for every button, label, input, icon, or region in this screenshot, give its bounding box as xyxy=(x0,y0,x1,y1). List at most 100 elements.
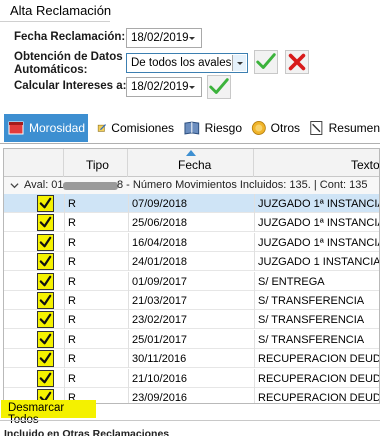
resumen-icon xyxy=(310,121,323,135)
confirm-button[interactable] xyxy=(254,50,278,74)
column-divider xyxy=(128,194,129,213)
row-checkbox[interactable] xyxy=(37,214,54,232)
redacted-text xyxy=(63,182,118,190)
riesgo-icon xyxy=(184,121,200,135)
column-divider xyxy=(254,388,255,403)
row-checkbox[interactable] xyxy=(37,253,54,271)
cell-texto: S/ TRANSFERENCIA xyxy=(258,333,365,346)
group-label-suffix: 8 - Número Movimientos Incluidos: 135. |… xyxy=(117,179,368,191)
obtencion-datos-label-line2: Automáticos: xyxy=(14,64,88,76)
cell-fecha: 23/02/2017 xyxy=(132,314,188,327)
cell-fecha: 30/11/2016 xyxy=(132,353,187,366)
cell-fecha: 01/09/2017 xyxy=(132,275,188,288)
cell-texto: JUZGADO 1ª INSTANCIA 7 (V xyxy=(258,236,380,249)
table-row[interactable]: R 21/03/2017 S/ TRANSFERENCIA xyxy=(4,291,379,310)
row-select-cell xyxy=(4,310,64,329)
tab-label: Morosidad xyxy=(29,121,86,135)
row-select-cell xyxy=(4,272,64,291)
checkmark-icon xyxy=(209,78,229,94)
fecha-reclamacion-picker[interactable]: 18/02/2019 xyxy=(126,28,202,48)
row-checkbox[interactable] xyxy=(37,330,54,348)
column-divider xyxy=(254,194,255,213)
tab-label: Resumen xyxy=(328,121,380,135)
tab-morosidad[interactable]: Morosidad xyxy=(4,114,88,142)
section-divider xyxy=(0,420,380,421)
row-checkbox[interactable] xyxy=(37,369,54,387)
column-divider xyxy=(254,271,255,291)
table-row[interactable]: R 25/01/2017 S/ TRANSFERENCIA xyxy=(4,329,379,349)
tab-resumen[interactable]: Resumen xyxy=(305,114,380,142)
tab-riesgo[interactable]: Riesgo xyxy=(180,114,242,142)
column-header-label: Tipo xyxy=(86,158,109,172)
row-checkbox[interactable] xyxy=(37,292,54,309)
column-divider xyxy=(254,349,255,369)
column-divider xyxy=(64,213,65,233)
cell-tipo: R xyxy=(68,275,76,288)
column-divider xyxy=(128,388,129,403)
column-divider xyxy=(64,329,65,349)
cell-fecha: 21/03/2017 xyxy=(132,295,188,307)
cancel-button[interactable] xyxy=(285,50,309,74)
row-select-cell xyxy=(4,233,64,252)
chevron-down-icon[interactable] xyxy=(185,80,199,94)
table-row[interactable]: R 21/10/2016 RECUPERACION DEUDA xyxy=(4,368,379,388)
column-header-fecha[interactable]: Fecha xyxy=(128,149,254,177)
comisiones-icon xyxy=(97,124,106,132)
cell-fecha: 07/09/2018 xyxy=(132,198,188,210)
column-header-select[interactable] xyxy=(4,149,64,177)
desmarcar-todos-label: Desmarcar Todos xyxy=(8,402,65,426)
row-select-cell xyxy=(4,291,64,310)
window-title: Alta Reclamación xyxy=(10,3,112,18)
column-divider xyxy=(254,310,255,330)
cell-tipo: R xyxy=(68,372,76,385)
column-divider xyxy=(128,368,129,388)
tab-otros[interactable]: Otros xyxy=(248,114,300,142)
chevron-down-icon[interactable] xyxy=(185,31,199,45)
column-divider xyxy=(64,349,65,369)
cell-fecha: 16/04/2018 xyxy=(132,236,188,249)
group-row[interactable]: Aval: 01 8 - Número Movimientos Incluido… xyxy=(4,177,379,194)
group-label-prefix: Aval: 01 xyxy=(24,179,64,191)
table-row[interactable]: R 23/02/2017 S/ TRANSFERENCIA xyxy=(4,310,379,330)
tab-bar: Morosidad Comisiones Riesgo Otros Resume… xyxy=(0,112,380,144)
column-header-tipo[interactable]: Tipo xyxy=(64,149,128,177)
collapse-icon[interactable] xyxy=(10,181,19,190)
cell-texto: JUZGADO 1ª INSTANCIA 7 (V xyxy=(258,217,380,230)
obtencion-datos-label: Obtención de Datos Automáticos: xyxy=(14,51,123,77)
calcular-intereses-picker[interactable]: 18/02/2019 xyxy=(126,77,202,97)
row-checkbox[interactable] xyxy=(37,350,54,368)
cell-tipo: R xyxy=(68,236,76,249)
cell-tipo: R xyxy=(68,217,76,230)
row-select-cell xyxy=(4,213,64,232)
table-row[interactable]: R 16/04/2018 JUZGADO 1ª INSTANCIA 7 (V xyxy=(4,232,380,252)
row-checkbox[interactable] xyxy=(37,195,54,212)
movimientos-grid: Tipo Fecha Texto Aval: 01 8 - Número Mov… xyxy=(3,148,380,404)
title-divider xyxy=(0,21,110,22)
close-icon xyxy=(288,53,306,71)
row-checkbox[interactable] xyxy=(37,233,54,251)
checkmark-icon xyxy=(39,275,52,286)
obtencion-datos-label-line1: Obtención de Datos xyxy=(14,51,123,63)
desmarcar-todos-button[interactable]: Desmarcar Todos xyxy=(1,400,96,426)
table-row[interactable]: R 07/09/2018 JUZGADO 1ª INSTANCIA Nº xyxy=(4,194,379,213)
column-divider xyxy=(128,310,129,330)
confirm-intereses-button[interactable] xyxy=(207,75,231,99)
row-checkbox[interactable] xyxy=(37,272,54,290)
obtencion-datos-dropdown-button[interactable] xyxy=(232,55,246,71)
table-row[interactable]: R 30/11/2016 RECUPERACION DEUDA xyxy=(4,349,379,369)
grid-header: Tipo Fecha Texto xyxy=(4,149,379,177)
table-row[interactable]: R 01/09/2017 S/ ENTREGA xyxy=(4,271,379,291)
table-row[interactable]: R 24/01/2018 JUZGADO 1 INSTANCIA 7 (V xyxy=(4,252,380,272)
checkmark-icon xyxy=(39,314,52,325)
row-checkbox[interactable] xyxy=(37,311,54,329)
tab-comisiones[interactable]: Comisiones xyxy=(94,114,174,142)
cell-texto: JUZGADO 1 INSTANCIA 7 (V xyxy=(258,256,380,269)
obtencion-datos-value: De todos los avales xyxy=(131,57,232,69)
table-row[interactable]: R 25/06/2018 JUZGADO 1ª INSTANCIA 7 (V xyxy=(4,213,380,233)
column-divider xyxy=(64,291,65,310)
obtencion-datos-select[interactable]: De todos los avales xyxy=(126,53,248,73)
column-header-texto[interactable]: Texto xyxy=(254,149,379,177)
checkmark-icon xyxy=(39,236,52,248)
column-divider xyxy=(254,329,255,349)
column-divider xyxy=(254,291,255,310)
